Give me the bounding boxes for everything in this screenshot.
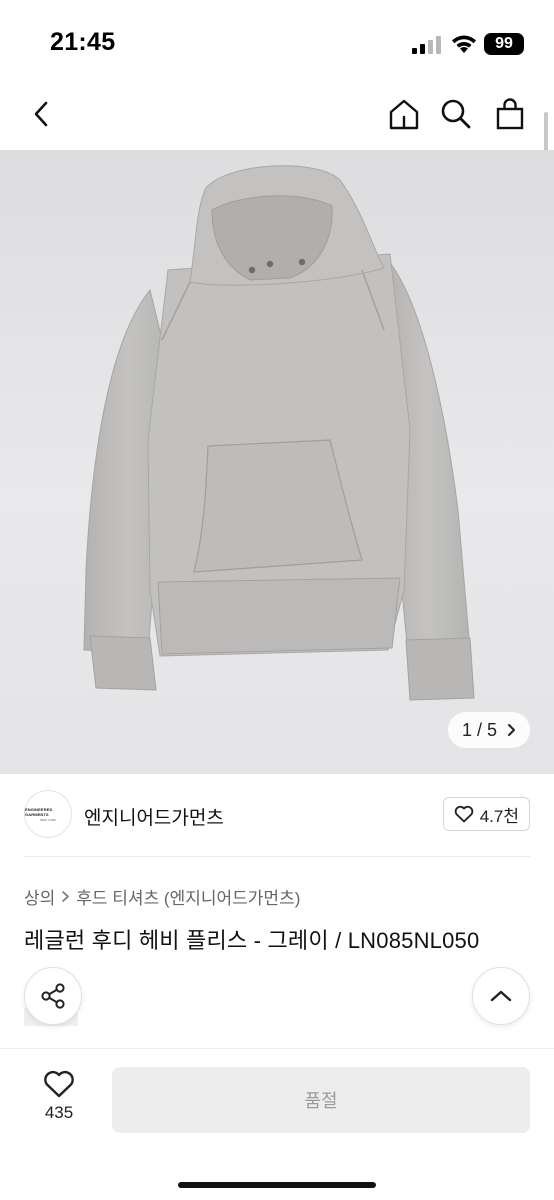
share-button[interactable] <box>24 967 82 1025</box>
breadcrumb: 상의 후드 티셔츠 (엔지니어드가먼츠) <box>24 884 300 909</box>
breadcrumb-subcategory[interactable]: 후드 티셔츠 (엔지니어드가먼츠) <box>76 884 300 909</box>
status-bar: 21:45 99 <box>0 0 554 80</box>
cart-button[interactable] <box>490 94 530 134</box>
wifi-icon <box>452 35 476 53</box>
wishlist-count: 435 <box>44 1103 74 1122</box>
brand-like-count: 4.7천 <box>479 806 519 826</box>
product-image-gallery[interactable]: 1 / 5 <box>0 150 554 774</box>
wishlist-button[interactable]: 435 <box>32 1069 86 1123</box>
search-button[interactable] <box>436 94 476 134</box>
image-counter-text: 1 / 5 <box>461 719 497 740</box>
brand-name[interactable]: 엔지니어드가먼츠 <box>84 803 224 830</box>
bottom-action-bar: 435 품절 <box>0 1048 554 1200</box>
breadcrumb-category[interactable]: 상의 <box>24 884 55 909</box>
brand-logo[interactable]: ENGINEERED GARMENTS NEW YORK <box>24 790 72 838</box>
cellular-signal-icon <box>412 36 441 54</box>
heart-icon <box>44 1070 74 1098</box>
brand-row[interactable]: ENGINEERED GARMENTS NEW YORK 엔지니어드가먼츠 4.… <box>24 790 530 842</box>
home-icon <box>389 99 419 130</box>
chevron-right-icon <box>62 891 70 902</box>
chevron-up-icon <box>490 990 512 1002</box>
product-title: 레글런 후디 헤비 플리스 - 그레이 / LN085NL050 <box>24 928 480 953</box>
top-nav <box>0 80 554 148</box>
chevron-right-icon <box>508 724 515 736</box>
status-time: 21:45 <box>50 28 116 56</box>
share-icon <box>41 983 65 1009</box>
shopping-bag-icon <box>496 98 524 130</box>
back-button[interactable] <box>22 94 62 134</box>
brand-logo-text: ENGINEERED GARMENTS <box>25 806 53 817</box>
brand-like-button[interactable]: 4.7천 <box>442 797 530 831</box>
soldout-button[interactable]: 품절 <box>112 1067 530 1133</box>
brand-logo-sub: NEW YORK <box>39 817 57 822</box>
heart-icon <box>454 805 473 823</box>
hoodie-image <box>83 165 475 701</box>
home-button[interactable] <box>384 94 424 134</box>
divider <box>24 856 530 857</box>
scroll-top-button[interactable] <box>472 967 530 1025</box>
home-indicator[interactable] <box>178 1182 376 1188</box>
battery-indicator: 99 <box>484 33 524 55</box>
search-icon <box>441 99 471 129</box>
image-counter[interactable]: 1 / 5 <box>447 712 530 748</box>
chevron-left-icon <box>34 101 48 127</box>
